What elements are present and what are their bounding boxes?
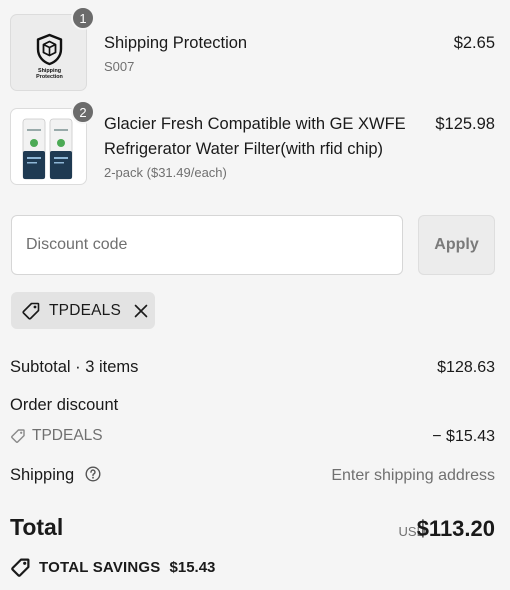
item-variant: 2-pack ($31.49/each) — [104, 165, 227, 180]
item-title-line1: Glacier Fresh Compatible with GE XWFE — [104, 115, 406, 133]
order-discount-value: − $15.43 — [432, 428, 495, 445]
total-savings-value: $15.43 — [169, 559, 216, 576]
quantity-badge: 1 — [71, 6, 95, 30]
item-title: Shipping Protection — [104, 34, 248, 52]
total-label: Total — [10, 514, 64, 540]
remove-discount-button[interactable] — [132, 302, 150, 320]
shipping-value: Enter shipping address — [331, 467, 495, 484]
tag-icon — [22, 302, 40, 320]
question-circle-icon[interactable] — [85, 466, 101, 482]
close-icon — [134, 304, 148, 317]
applied-discount-code: TPDEALS — [49, 301, 122, 319]
subtotal-label: Subtotal · 3 items — [10, 358, 139, 376]
subtotal-value: $128.63 — [437, 359, 495, 376]
order-discount-code: TPDEALS — [32, 427, 103, 444]
order-discount-label: Order discount — [10, 396, 119, 414]
item-price: $125.98 — [435, 115, 495, 133]
discount-code-input[interactable] — [11, 215, 403, 275]
item-price: $2.65 — [453, 34, 495, 52]
svg-text:Protection: Protection — [36, 74, 63, 80]
shipping-label: Shipping — [10, 466, 75, 484]
applied-discount-chip: TPDEALS — [11, 292, 155, 329]
item-title-line2: Refrigerator Water Filter(with rfid chip… — [104, 140, 384, 158]
tag-icon — [11, 558, 30, 577]
quantity-badge: 2 — [71, 100, 95, 124]
item-sku: S007 — [104, 59, 135, 74]
order-discount-code-row: TPDEALS — [10, 427, 103, 445]
total-savings: TOTAL SAVINGS $15.43 — [10, 557, 215, 578]
tag-icon — [11, 429, 25, 443]
total-savings-label: TOTAL SAVINGS — [39, 559, 161, 576]
product-thumbnail: Shipping Protection 1 — [10, 6, 95, 91]
total-value: $113.20 — [416, 516, 495, 541]
apply-discount-button[interactable]: Apply — [418, 215, 495, 275]
product-thumbnail: 2 — [10, 100, 95, 185]
